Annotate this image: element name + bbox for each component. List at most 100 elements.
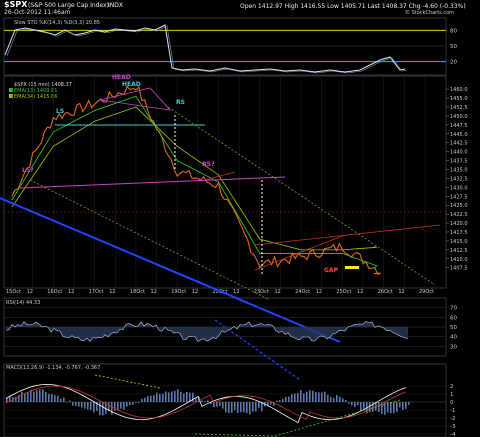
rsi-legend: RSI(14) 44.33 xyxy=(6,300,40,306)
macd-hist-bar xyxy=(57,395,59,402)
price-annotation: GAP xyxy=(324,267,339,274)
macd-hist-bar xyxy=(216,402,218,407)
macd-hist-bar xyxy=(159,393,161,402)
stoch-legend: Slow STO %K(14,3) %D(3,3) 20.85 xyxy=(14,20,100,26)
macd-hist-bar xyxy=(180,391,182,402)
macd-hist-bar xyxy=(204,400,206,402)
macd-hist-bar xyxy=(123,402,125,410)
macd-hist-bar xyxy=(276,400,278,402)
macd-hist-bar xyxy=(39,389,41,402)
macd-hist-bar xyxy=(228,402,230,414)
macd-hist-bar xyxy=(144,397,146,402)
macd-hist-bar xyxy=(294,393,296,402)
macd-hist-bar xyxy=(405,402,407,409)
macd-hist-bar xyxy=(72,402,74,406)
stoch-panel-frame xyxy=(3,17,447,76)
macd-hist-bar xyxy=(339,396,341,402)
price-ytick-label: 1455.0 xyxy=(450,96,468,102)
macd-hist-bar xyxy=(258,402,260,408)
price-xtick-label: 16Oct xyxy=(47,289,62,295)
macd-hist-bar xyxy=(402,402,404,410)
macd-hist-bar xyxy=(126,402,128,407)
macd-level-label: 0 xyxy=(450,400,454,406)
price-annotation: HEAD xyxy=(112,74,131,81)
macd-hist-bar xyxy=(81,402,83,408)
price-xtick-label: 29Oct xyxy=(419,289,434,295)
macd-hist-bar xyxy=(75,402,77,406)
price-ytick-label: 1460.0 xyxy=(450,87,468,93)
macd-legend: MACD(12,26,9) -1.134, -0.767, -0.367 xyxy=(6,365,100,371)
macd-hist-bar xyxy=(60,398,62,402)
price-xtick-label: 23Oct xyxy=(254,289,269,295)
macd-hist-bar xyxy=(333,397,335,402)
macd-hist-bar xyxy=(324,391,326,402)
price-xtick-label: 12 xyxy=(316,289,322,295)
macd-hist-bar xyxy=(330,396,332,402)
macd-hist-bar xyxy=(246,402,248,414)
price-xtick-label: 12 xyxy=(233,289,239,295)
rsi-level-label-40: 40 xyxy=(450,335,457,341)
macd-hist-bar xyxy=(363,402,365,409)
price-ytick-label: 1432.5 xyxy=(450,176,468,182)
price-ytick-label: 1447.5 xyxy=(450,123,468,129)
macd-hist-bar xyxy=(357,402,359,406)
macd-hist-bar xyxy=(396,402,398,413)
price-xtick-label: 24Oct xyxy=(295,289,310,295)
macd-hist-bar xyxy=(168,392,170,402)
macd-hist-bar xyxy=(153,395,155,402)
price-ytick-label: 1420.0 xyxy=(450,221,468,227)
macd-hist-bar xyxy=(165,391,167,402)
macd-hist-bar xyxy=(222,402,224,409)
macd-hist-bar xyxy=(63,397,65,402)
macd-hist-bar xyxy=(306,391,308,402)
macd-hist-bar xyxy=(234,402,236,411)
price-ytick-label: 1435.0 xyxy=(450,168,468,174)
price-annotation: RS? xyxy=(202,161,215,168)
macd-hist-bar xyxy=(225,402,227,413)
rsi-level-label-50: 50 xyxy=(450,325,457,331)
macd-hist-bar xyxy=(219,402,221,407)
price-xtick-label: 12 xyxy=(398,289,404,295)
macd-hist-bar xyxy=(195,398,197,402)
price-ytick-label: 1425.0 xyxy=(450,203,468,209)
price-xtick-label: 18Oct xyxy=(130,289,145,295)
macd-hist-bar xyxy=(291,394,293,402)
price-xtick-label: 12 xyxy=(192,289,198,295)
price-xtick-label: 17Oct xyxy=(89,289,104,295)
macd-hist-bar xyxy=(171,391,173,402)
macd-level-label: -2 xyxy=(450,416,455,422)
macd-hist-bar xyxy=(54,395,56,402)
price-legend-ema34: EMA(34) 1415.86 xyxy=(14,94,57,100)
macd-hist-bar xyxy=(111,402,113,415)
macd-hist-bar xyxy=(138,402,140,404)
macd-hist-bar xyxy=(48,393,50,402)
price-xtick-label: 12 xyxy=(274,289,280,295)
macd-hist-bar xyxy=(237,402,239,414)
macd-level-label: 1 xyxy=(450,392,454,398)
macd-hist-bar xyxy=(369,402,371,413)
price-ytick-label: 1430.0 xyxy=(450,185,468,191)
macd-hist-bar xyxy=(318,392,320,402)
price-ytick-label: 1427.5 xyxy=(450,194,468,200)
macd-hist-bar xyxy=(33,391,35,402)
price-xtick-label: 12 xyxy=(27,289,33,295)
macd-hist-bar xyxy=(297,392,299,402)
macd-hist-bar xyxy=(141,398,143,402)
macd-hist-bar xyxy=(384,402,386,415)
macd-hist-bar xyxy=(69,400,71,402)
macd-hist-bar xyxy=(36,390,38,402)
macd-hist-bar xyxy=(150,395,152,402)
rsi-level-label-60: 60 xyxy=(450,315,457,321)
macd-hist-bar xyxy=(399,402,401,408)
macd-hist-bar xyxy=(267,402,269,406)
macd-hist-bar xyxy=(309,390,311,402)
macd-hist-bar xyxy=(21,391,23,402)
price-xtick-label: 19Oct xyxy=(171,289,186,295)
macd-level-label: -3 xyxy=(450,424,456,430)
macd-hist-bar xyxy=(393,402,395,414)
macd-hist-bar xyxy=(201,400,203,402)
macd-hist-bar xyxy=(174,390,176,402)
stoch-level-label-50: 50 xyxy=(450,44,457,50)
macd-hist-bar xyxy=(135,402,137,403)
legend-ema13-swatch xyxy=(9,88,13,92)
